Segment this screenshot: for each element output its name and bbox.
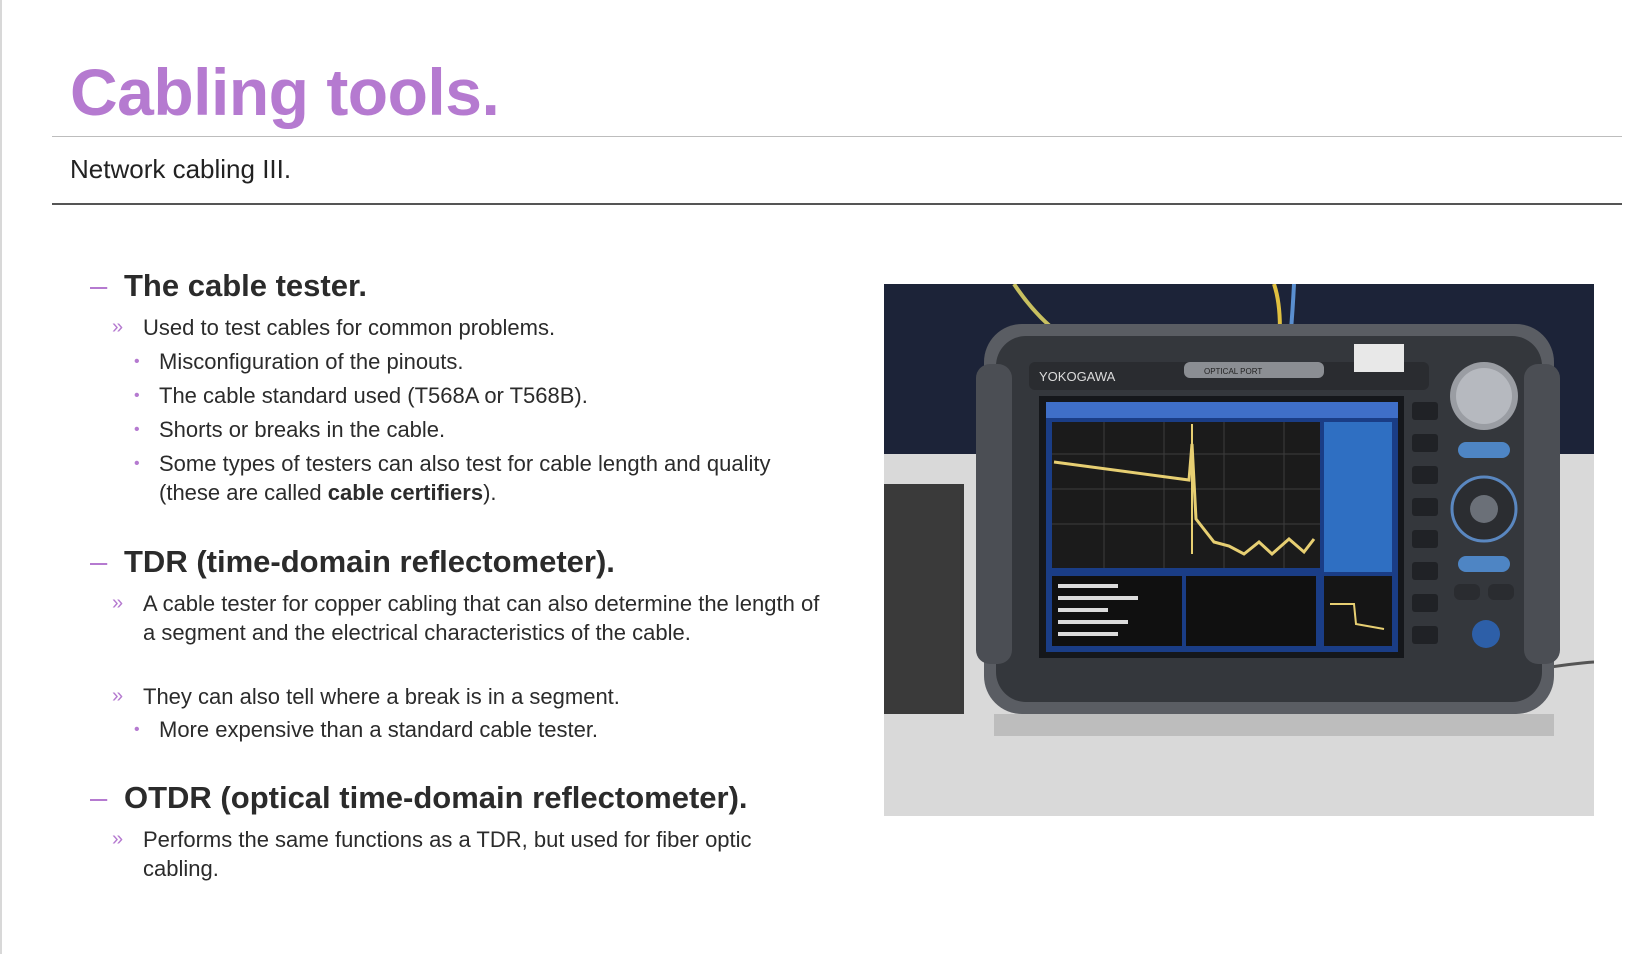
bullet-marker: •	[134, 455, 140, 472]
list-item-text: A cable tester for copper cabling that c…	[143, 591, 820, 645]
section-marker: –	[90, 780, 108, 815]
list-item-text: Misconfiguration of the pinouts.	[159, 349, 464, 374]
list-item: » A cable tester for copper cabling that…	[112, 589, 823, 647]
list-item-text-end: ).	[483, 480, 497, 505]
list-item: • The cable standard used (T568A or T568…	[134, 381, 799, 410]
bullet-marker: •	[134, 353, 140, 370]
bullet-marker: »	[112, 828, 124, 850]
list-item-text: More expensive than a standard cable tes…	[159, 717, 599, 742]
list-item: • Some types of testers can also test fo…	[134, 449, 799, 507]
section-marker: –	[90, 544, 108, 579]
slide-title: Cabling tools.	[70, 55, 500, 129]
list-item-text: They can also tell where a break is in a…	[143, 684, 620, 709]
slide-subtitle: Network cabling III.	[70, 154, 292, 184]
subtitle-divider	[52, 203, 1622, 205]
list-item-bold-term: cable certifiers	[327, 480, 484, 505]
bullet-marker: •	[134, 721, 140, 738]
device-port-label: OPTICAL PORT	[1204, 367, 1262, 376]
list-item-text: The cable standard used (T568A or T568B)…	[159, 383, 588, 408]
list-item-text: Performs the same functions as a TDR, bu…	[143, 827, 752, 881]
list-item-text: Used to test cables for common problems.	[143, 315, 556, 340]
slide-left-edge	[0, 0, 2, 954]
section-heading-tdr: – TDR (time-domain reflectometer).	[90, 544, 615, 580]
list-item: • Misconfiguration of the pinouts.	[134, 347, 799, 376]
list-item: » Performs the same functions as a TDR, …	[112, 825, 823, 883]
section-heading-text: OTDR (optical time-domain reflectometer)…	[124, 780, 748, 815]
bullet-marker: •	[134, 387, 140, 404]
section-marker: –	[90, 268, 108, 303]
title-divider	[52, 136, 1622, 137]
section-heading-text: The cable tester.	[124, 268, 367, 303]
section-heading-cable-tester: – The cable tester.	[90, 268, 367, 304]
bullet-marker: »	[112, 685, 124, 707]
bullet-marker: »	[112, 592, 124, 614]
otdr-device-photo: YOKOGAWA OPTICAL PORT	[884, 284, 1594, 816]
bullet-marker: •	[134, 421, 140, 438]
bullet-marker: »	[112, 316, 124, 338]
section-heading-otdr: – OTDR (optical time-domain reflectometer…	[90, 780, 748, 816]
list-item: » Used to test cables for common problem…	[112, 313, 823, 342]
list-item: » They can also tell where a break is in…	[112, 682, 823, 711]
list-item: • Shorts or breaks in the cable.	[134, 415, 799, 444]
list-item: • More expensive than a standard cable t…	[134, 715, 799, 744]
section-heading-text: TDR (time-domain reflectometer).	[124, 544, 615, 579]
list-item-text: Shorts or breaks in the cable.	[159, 417, 446, 442]
device-brand-label: YOKOGAWA	[1039, 369, 1116, 384]
